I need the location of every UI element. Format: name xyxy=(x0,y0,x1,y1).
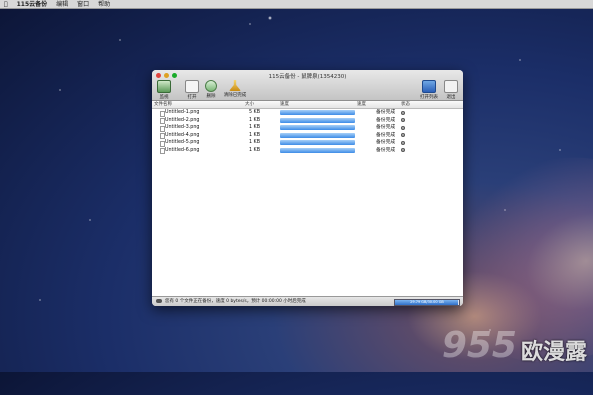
storage-quota-text: 29.79 GB/30.00 GB xyxy=(410,300,444,304)
file-name: Untitled-5.png xyxy=(165,140,200,145)
file-size: 1 KB xyxy=(248,140,260,145)
file-name: Untitled-6.png xyxy=(165,147,200,153)
open-list-label: 打开列表 xyxy=(420,95,438,100)
file-size: 1 KB xyxy=(248,132,260,138)
table-row[interactable]: Untitled-5.png 1 KB 备份完成 × xyxy=(152,139,463,147)
remove-icon[interactable]: × xyxy=(401,140,405,145)
status-text: 您有 0 个文件正在备份，速度 0 bytes/s，预计 00:00:00 小时… xyxy=(165,299,306,304)
toolbar: 监视 打开 删除 清除已完成 打开列表 退出 xyxy=(152,80,463,100)
menu-edit[interactable]: 编辑 xyxy=(56,0,68,8)
progress-fill xyxy=(280,132,355,138)
file-size: 1 KB xyxy=(248,147,260,153)
progress-fill xyxy=(280,110,355,115)
progress-fill xyxy=(280,140,355,145)
remove-icon[interactable]: × xyxy=(401,110,405,115)
file-name: Untitled-3.png xyxy=(165,125,200,130)
progress-bar xyxy=(280,117,355,123)
progress-fill xyxy=(280,125,355,130)
column-size[interactable]: 大小 xyxy=(245,101,254,108)
monitor-label: 监视 xyxy=(159,95,169,100)
remove-icon[interactable]: × xyxy=(401,125,405,130)
file-size: 1 KB xyxy=(248,125,260,130)
delete-label: 删除 xyxy=(206,94,216,99)
clear-completed-button[interactable]: 清除已完成 xyxy=(222,80,248,98)
logout-button[interactable]: 退出 xyxy=(440,80,462,100)
clear-completed-label: 清除已完成 xyxy=(223,93,247,98)
delete-icon xyxy=(205,80,217,92)
file-name: Untitled-1.png xyxy=(165,110,200,115)
open-list-button[interactable]: 打开列表 xyxy=(418,80,440,100)
monitor-icon xyxy=(157,80,171,93)
column-progress[interactable]: 速度 xyxy=(280,101,289,108)
delete-button[interactable]: 删除 xyxy=(200,80,222,99)
open-label: 打开 xyxy=(187,95,197,100)
menu-app-name[interactable]: 115云备份 xyxy=(17,0,48,8)
column-name[interactable]: 文件名称 xyxy=(154,101,172,108)
file-name: Untitled-2.png xyxy=(165,117,200,123)
progress-bar xyxy=(280,132,355,138)
open-file-icon xyxy=(185,80,199,93)
file-list: Untitled-1.png 5 KB 备份完成 × Untitled-2.png 1 K… xyxy=(152,109,463,154)
menu-help[interactable]: 帮助 xyxy=(98,0,110,8)
progress-bar xyxy=(280,125,355,130)
file-state: 备份完成 xyxy=(376,110,396,115)
window-titlebar[interactable]: 115云备份 - 鼠脾泉(1354230) 监视 打开 删除 清除已完成 打开列… xyxy=(152,70,463,101)
monitor-button[interactable]: 监视 xyxy=(153,80,175,100)
file-state: 备份完成 xyxy=(376,125,396,130)
progress-bar xyxy=(280,147,355,153)
table-row[interactable]: Untitled-1.png 5 KB 备份完成 × xyxy=(152,109,463,117)
window-title: 115云备份 - 鼠脾泉(1354230) xyxy=(268,74,347,80)
storage-quota-bar: 29.79 GB/30.00 GB xyxy=(394,299,460,306)
cloud-icon xyxy=(156,299,162,303)
watermark-text: 欧漫露 xyxy=(520,340,587,365)
table-header: 文件名称 大小 速度 速度 状态 xyxy=(152,101,463,109)
broom-icon xyxy=(229,80,241,91)
remove-icon[interactable]: × xyxy=(401,133,405,137)
table-row[interactable]: Untitled-4.png 1 KB 备份完成 × xyxy=(152,132,463,139)
remove-icon[interactable]: × xyxy=(401,148,405,152)
logout-label: 退出 xyxy=(446,95,456,100)
table-row[interactable]: Untitled-3.png 1 KB 备份完成 × xyxy=(152,124,463,132)
column-status[interactable]: 状态 xyxy=(401,101,410,108)
remove-icon[interactable]: × xyxy=(401,118,405,122)
file-state: 备份完成 xyxy=(376,132,396,138)
table-row[interactable]: Untitled-2.png 1 KB 备份完成 × xyxy=(152,117,463,124)
file-state: 备份完成 xyxy=(376,140,396,145)
file-name: Untitled-4.png xyxy=(165,132,200,138)
logout-icon xyxy=(444,80,458,93)
table-row[interactable]: Untitled-6.png 1 KB 备份完成 × xyxy=(152,147,463,154)
watermark: 955 欧漫露 xyxy=(442,325,587,366)
app-window: 115云备份 - 鼠脾泉(1354230) 监视 打开 删除 清除已完成 打开列… xyxy=(152,70,463,306)
file-state: 备份完成 xyxy=(376,117,396,123)
progress-fill xyxy=(280,117,355,123)
status-bar: 您有 0 个文件正在备份，速度 0 bytes/s，预计 00:00:00 小时… xyxy=(152,296,463,306)
menu-window[interactable]: 窗口 xyxy=(77,0,89,8)
file-state: 备份完成 xyxy=(376,147,396,153)
list-icon xyxy=(422,80,436,93)
menu-bar:  115云备份 编辑 窗口 帮助 xyxy=(0,0,593,9)
progress-bar xyxy=(280,110,355,115)
progress-fill xyxy=(280,147,355,153)
watermark-number: 955 xyxy=(441,325,517,366)
file-size: 5 KB xyxy=(248,110,260,115)
progress-bar xyxy=(280,140,355,145)
file-size: 1 KB xyxy=(248,117,260,123)
apple-menu-icon[interactable]:  xyxy=(4,0,8,8)
column-speed[interactable]: 速度 xyxy=(357,101,366,108)
